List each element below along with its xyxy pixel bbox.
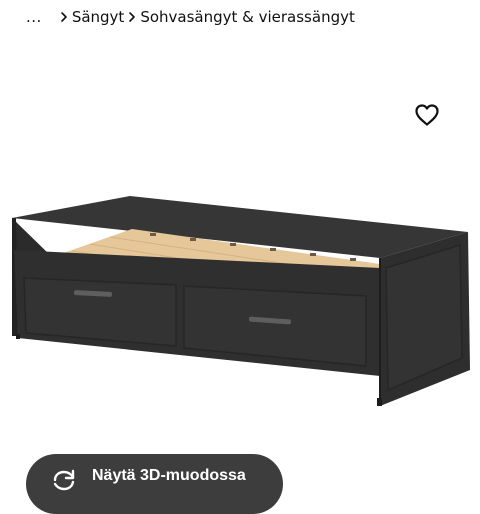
breadcrumb-ellipsis[interactable]: ... xyxy=(26,6,42,28)
breadcrumb: ... Sängyt Sohvasängyt & vierassängyt xyxy=(26,6,355,28)
favorite-button[interactable] xyxy=(408,98,446,132)
chevron-right-icon xyxy=(128,11,136,23)
view-3d-button[interactable]: Näytä 3D-muodossa xyxy=(26,454,283,514)
view-3d-label: Näytä 3D-muodossa xyxy=(92,467,246,484)
rotate-3d-icon xyxy=(53,469,75,491)
breadcrumb-item-sohvasangyt[interactable]: Sohvasängyt & vierassängyt xyxy=(140,6,355,28)
heart-outline-icon xyxy=(415,104,439,126)
chevron-right-icon xyxy=(60,11,68,23)
product-image[interactable] xyxy=(0,150,480,430)
breadcrumb-item-sangyt[interactable]: Sängyt xyxy=(72,6,125,28)
